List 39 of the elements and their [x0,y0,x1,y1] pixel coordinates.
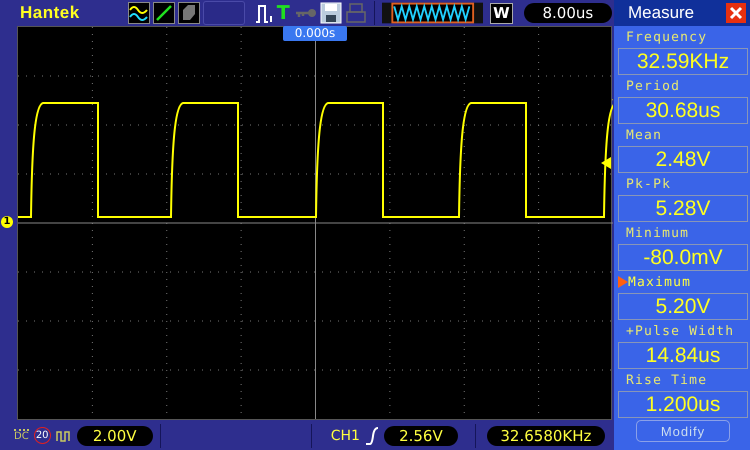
brand-logo: Hantek [20,3,81,24]
measurement-label[interactable]: Frequency [626,30,708,44]
measurement-label[interactable]: Pk-Pk [626,176,672,192]
measurement-label[interactable]: Period [626,78,680,94]
save-icon[interactable] [320,2,342,24]
coupling-indicator: DC [14,429,29,442]
trigger-level-readout: 2.56V [384,426,458,446]
panel-title: Measure [628,3,694,23]
rising-edge-icon [364,426,379,445]
bandwidth-limit-indicator: 20 [34,427,51,444]
trigger-source-label: CH1 [330,428,360,444]
square-wave-icon [56,430,72,442]
timebase-readout: 8.00us [524,3,612,24]
measurement-label[interactable]: Maximum [628,274,692,290]
measurement-value: 2.48V [618,146,748,173]
measurement-value: 14.84us [618,342,748,369]
trigger-indicator: T [276,2,291,24]
time-position-marker[interactable]: 0.000s [283,26,347,42]
measurement-value: 32.59KHz [618,48,748,75]
pulse-icon[interactable] [254,2,274,24]
memory-position-bar[interactable] [382,2,484,24]
zoom-mode-indicator[interactable]: W [490,2,513,24]
modify-button[interactable]: Modify [636,420,730,442]
measurement-value: 30.68us [618,97,748,124]
measurement-value: -80.0mV [618,244,748,271]
trigger-level-icon[interactable] [601,157,611,170]
measurement-label[interactable]: Minimum [626,226,690,240]
measurement-value: 5.28V [618,195,748,222]
measurement-value: 5.20V [618,293,748,320]
shape-icon[interactable] [178,2,200,24]
measurement-label[interactable]: Rise Time [626,372,708,388]
waveform-icon[interactable] [128,2,150,24]
channel-marker[interactable]: 1 [1,216,13,228]
measurement-value: 1.200us [618,391,748,418]
measurement-label[interactable]: Mean [626,128,662,142]
frequency-readout: 32.6580KHz [486,426,605,446]
close-button[interactable] [726,3,746,23]
volts-per-div-readout: 2.00V [76,426,153,446]
measurement-label[interactable]: +Pulse Width [626,324,734,338]
